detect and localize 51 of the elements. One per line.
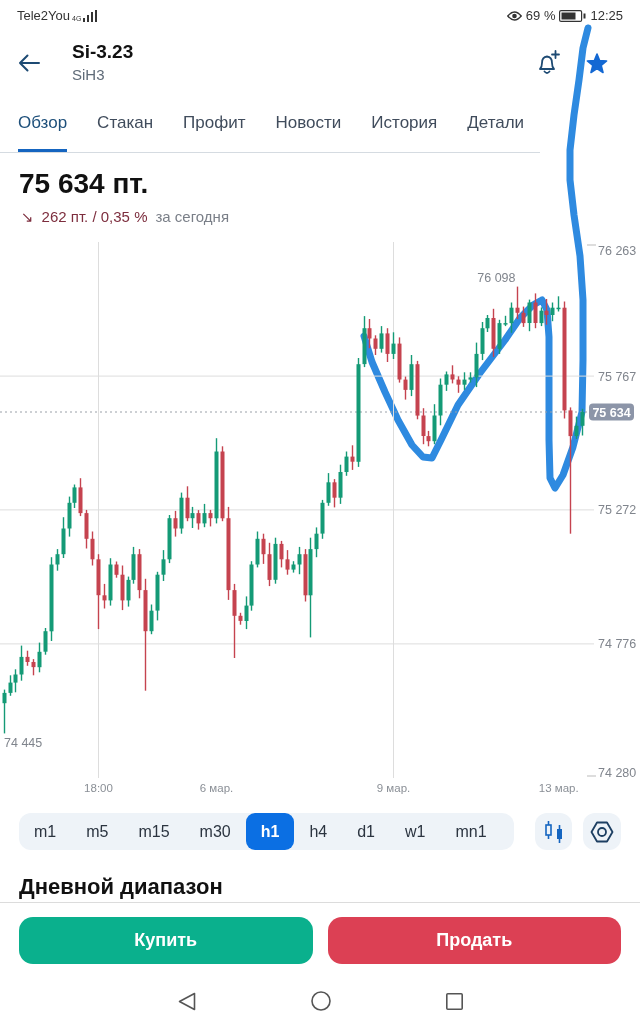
nav-back-icon[interactable] [177, 991, 196, 1011]
y-axis-label: 74 280 [598, 765, 637, 780]
timeframe-button[interactable]: m15 [123, 813, 185, 850]
low-price-label: 74 445 [4, 736, 43, 751]
tab[interactable]: Детали [467, 94, 525, 152]
nav-home-icon[interactable] [310, 991, 331, 1011]
settings-icon[interactable] [590, 820, 614, 843]
instrument-code: SiH3 [72, 65, 106, 85]
carrier-name: Tele2You [17, 7, 70, 26]
candlestick-icon[interactable] [543, 819, 564, 844]
battery-percent: 69 % [525, 7, 556, 26]
y-axis-label: 75 272 [598, 503, 637, 518]
price-change: 262 пт. / 0,35 % [41, 206, 148, 227]
price-value: 75 634 пт. [19, 167, 149, 201]
bell-plus-icon[interactable] [536, 50, 560, 76]
tab[interactable]: История [371, 94, 438, 152]
timeframe-button[interactable]: d1 [342, 813, 390, 850]
change-period: за сегодня [155, 206, 230, 227]
x-axis-label: 18:00 [84, 782, 113, 794]
timeframe-button[interactable]: m5 [71, 813, 124, 850]
tab[interactable]: Обзор [18, 94, 68, 152]
last-price-tag: 75 634 [589, 403, 634, 421]
clock: 12:25 [590, 7, 623, 26]
high-price-label: 76 098 [477, 270, 516, 285]
y-axis-label: 75 767 [598, 369, 637, 384]
chart-type-button[interactable] [535, 813, 572, 850]
x-axis-label: 9 мар. [376, 782, 411, 794]
timeframe-button[interactable]: w1 [390, 813, 441, 850]
signal-icon [83, 10, 98, 22]
tab[interactable]: Стакан [97, 94, 154, 152]
tab[interactable]: Новости [275, 94, 342, 152]
star-icon[interactable] [586, 52, 608, 74]
tab[interactable]: Профит [183, 94, 246, 152]
x-axis-label: 13 мар. [538, 782, 579, 794]
y-axis-label: 74 776 [598, 637, 637, 652]
eye-icon [506, 11, 522, 21]
instrument-title: Si-3.23 [72, 40, 134, 64]
x-axis-label: 6 мар. [199, 782, 234, 794]
sell-button[interactable]: Продать [327, 917, 621, 964]
timeframe-button[interactable]: h4 [294, 813, 343, 850]
chart-settings-button[interactable] [583, 813, 621, 850]
back-arrow-icon[interactable] [18, 54, 40, 72]
timeframe-button[interactable]: mn1 [440, 813, 502, 850]
battery-icon [559, 10, 587, 22]
timeframe-button[interactable]: m30 [184, 813, 246, 850]
section-heading: Дневной диапазон [19, 874, 223, 900]
timeframe-button[interactable]: h1 [245, 813, 295, 850]
timeframe-button[interactable]: m1 [19, 813, 72, 850]
nav-recents-icon[interactable] [445, 992, 463, 1010]
y-axis-label: 76 263 [598, 243, 637, 258]
trend-arrow-icon: ↘ [21, 207, 34, 227]
